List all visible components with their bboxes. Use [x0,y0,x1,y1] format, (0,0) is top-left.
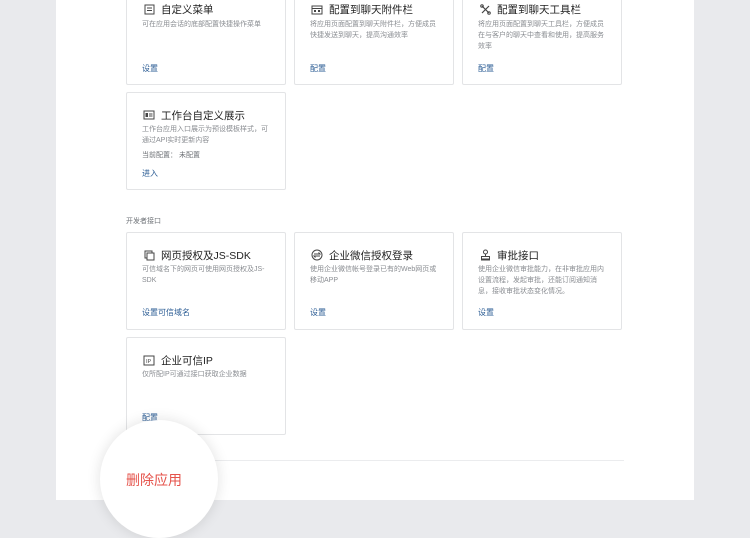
ip-icon: IP [142,353,156,367]
toolbar-icon [478,2,492,16]
chat-attachment-config-link[interactable]: 配置 [310,63,326,74]
chat-attachment-card: 配置到聊天附件栏 将应用页面配置到聊天附件栏，方便成员快捷发送到聊天，提高沟通效… [294,0,454,85]
card-description: 使用企业微信审批能力，在非审批应用内设置流程，发起审批，还能订阅通知消息，接收审… [478,266,604,295]
delete-app-button[interactable]: 删除应用 [126,470,182,490]
approval-stamp-icon [478,248,492,262]
card-title: 配置到聊天附件栏 [329,3,413,16]
chat-toolbar-card: 配置到聊天工具栏 将应用页面配置到聊天工具栏，方便成员在与客户的聊天中查看和使用… [462,0,622,85]
custom-menu-settings-link[interactable]: 设置 [142,63,158,74]
card-description: 使用企业微信帐号登录已有的Web网页或移动APP [310,266,437,284]
workbench-icon [142,108,156,122]
card-description: 工作台应用入口展示为预设模板样式，可通过API实时更新内容 [142,126,268,144]
card-title: 工作台自定义展示 [161,109,245,122]
card-description: 仅所配IP可通过接口获取企业数据 [142,371,247,378]
workbench-display-card: 工作台自定义展示 工作台应用入口展示为预设模板样式，可通过API实时更新内容 当… [126,92,286,190]
current-config-status: 当前配置： 未配置 [142,152,200,159]
approval-api-card: 审批接口 使用企业微信审批能力，在非审批应用内设置流程，发起审批，还能订阅通知消… [462,232,622,330]
custom-menu-card: 自定义菜单 可在应用会话的底部配置快捷操作菜单 设置 [126,0,286,85]
card-title: 企业可信IP [161,354,213,367]
card-description: 将应用页面配置到聊天工具栏，方便成员在与客户的聊天中查看和使用，提高服务效率 [478,21,604,50]
set-trusted-domain-link[interactable]: 设置可信域名 [142,307,190,318]
login-auth-icon [310,248,324,262]
web-auth-icon [142,248,156,262]
card-title: 企业微信授权登录 [329,249,413,262]
card-description: 可在应用会话的底部配置快捷操作菜单 [142,21,261,28]
card-description: 可信域名下的网页可使用网页授权及JS-SDK [142,266,265,284]
workbench-enter-link[interactable]: 进入 [142,168,158,179]
wecom-login-settings-link[interactable]: 设置 [310,307,326,318]
wecom-login-auth-card: 企业微信授权登录 使用企业微信帐号登录已有的Web网页或移动APP 设置 [294,232,454,330]
svg-text:IP: IP [146,359,152,365]
menu-icon [142,2,156,16]
card-title: 网页授权及JS-SDK [161,249,251,262]
attachment-bar-icon [310,2,324,16]
card-description: 将应用页面配置到聊天附件栏，方便成员快捷发送到聊天，提高沟通效率 [310,21,436,39]
card-title: 配置到聊天工具栏 [497,3,581,16]
card-title: 自定义菜单 [161,3,214,16]
web-auth-jssdk-card: 网页授权及JS-SDK 可信域名下的网页可使用网页授权及JS-SDK 设置可信域… [126,232,286,330]
chat-toolbar-config-link[interactable]: 配置 [478,63,494,74]
approval-api-settings-link[interactable]: 设置 [478,307,494,318]
section-label-developer-api: 开发者接口 [126,218,161,225]
card-title: 审批接口 [497,249,539,262]
